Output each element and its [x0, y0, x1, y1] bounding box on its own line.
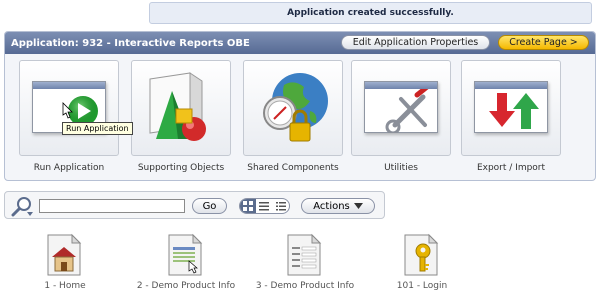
home-page-icon	[47, 233, 82, 276]
page-item-demo-product-info-report[interactable]: 2 - Demo Product Info	[131, 231, 241, 297]
search-bar: Go Actions	[4, 191, 385, 219]
icon-view-button[interactable]	[240, 199, 257, 213]
tile-shared-components[interactable]	[243, 60, 343, 156]
report-page-icon	[168, 233, 203, 276]
form-page-icon	[287, 233, 322, 276]
list-icon	[259, 202, 270, 211]
tile-label-utilities: Utilities	[384, 163, 418, 173]
page-label: 2 - Demo Product Info	[136, 281, 236, 291]
detail-list-icon	[275, 202, 286, 211]
application-title: Application: 932 - Interactive Reports O…	[11, 37, 250, 49]
actions-label: Actions	[313, 200, 350, 212]
shared-components-icon	[263, 73, 328, 142]
export-import-icon	[474, 81, 548, 133]
tile-supporting-objects[interactable]	[131, 60, 231, 156]
tile-label-export-import: Export / Import	[476, 163, 546, 173]
page-item-login[interactable]: 101 - Login	[367, 231, 477, 297]
application-panel: Application: 932 - Interactive Reports O…	[4, 31, 596, 181]
search-input[interactable]	[39, 199, 185, 213]
chevron-down-icon	[353, 203, 363, 209]
page-label: 3 - Demo Product Info	[255, 281, 355, 291]
detail-view-button[interactable]	[273, 199, 289, 213]
tile-label-shared-components: Shared Components	[247, 163, 339, 173]
tiles-row: Run Application Supporting Objects Share…	[5, 54, 595, 180]
supporting-objects-icon	[149, 72, 206, 141]
login-page-icon	[404, 233, 439, 276]
search-icon[interactable]	[10, 195, 34, 217]
edit-application-properties-button[interactable]: Edit Application Properties	[341, 35, 490, 50]
grid-icon	[243, 201, 254, 211]
run-application-tooltip: Run Application	[62, 122, 133, 135]
page-label: 1 - Home	[44, 281, 86, 291]
tile-utilities[interactable]	[351, 60, 451, 156]
page-item-demo-product-info-form[interactable]: 3 - Demo Product Info	[250, 231, 360, 297]
panel-header: Application: 932 - Interactive Reports O…	[5, 32, 595, 54]
tile-label-supporting-objects: Supporting Objects	[137, 163, 225, 173]
actions-menu-button[interactable]: Actions	[301, 198, 375, 214]
tile-export-import[interactable]	[461, 60, 561, 156]
report-view-button[interactable]	[256, 199, 272, 213]
view-toggle	[239, 198, 290, 214]
page-label: 101 - Login	[396, 281, 448, 291]
tile-label-run-application: Run Application	[33, 163, 105, 173]
success-message: Application created successfully.	[149, 2, 592, 24]
tile-run-application[interactable]	[19, 60, 119, 156]
utilities-icon	[364, 81, 438, 133]
page-item-home[interactable]: 1 - Home	[10, 231, 120, 297]
go-button[interactable]: Go	[192, 198, 227, 214]
create-page-button[interactable]: Create Page >	[498, 35, 589, 50]
